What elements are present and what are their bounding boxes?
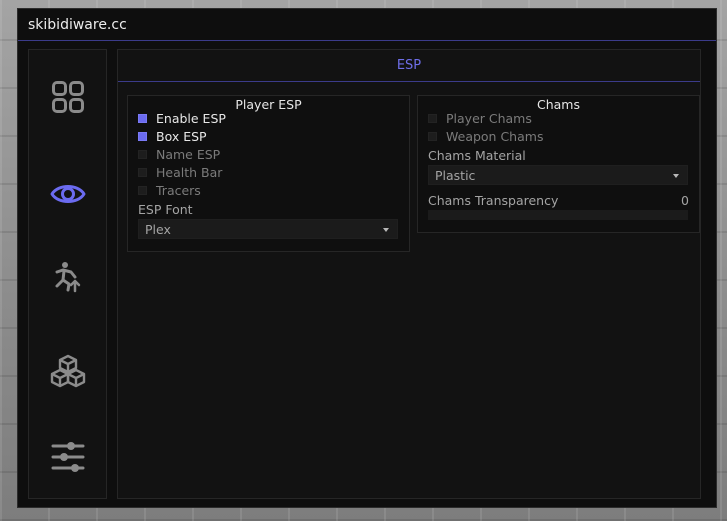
window-title: skibidiware.cc [28,17,127,33]
weapon-chams-label: Weapon Chams [446,128,544,144]
player-chams-label: Player Chams [446,110,532,126]
chevron-down-icon [673,174,679,178]
sidebar [28,49,107,499]
app-window: skibidiware.cc ESP Player ESP Enable ESP… [17,8,717,508]
player-esp-section: Player ESP Enable ESP Box ESP Name ESP H… [127,95,410,252]
box-esp-label: Box ESP [156,128,207,144]
esp-font-value: Plex [145,222,171,237]
sidebar-item-grid[interactable] [29,69,106,125]
enable-esp-label: Enable ESP [156,110,226,126]
name-esp-toggle[interactable]: Name ESP [138,145,220,163]
enable-esp-checkbox[interactable] [138,113,147,123]
tracers-checkbox[interactable] [138,185,147,195]
chams-transparency-value: 0 [681,193,689,208]
health-bar-toggle[interactable]: Health Bar [138,163,222,181]
weapon-chams-checkbox[interactable] [428,131,437,141]
player-chams-checkbox[interactable] [428,113,437,123]
esp-font-dropdown[interactable]: Plex [138,219,398,239]
chams-transparency-label: Chams Transparency [428,193,559,208]
main-panel: ESP Player ESP Enable ESP Box ESP Name E… [117,49,701,499]
sidebar-item-world[interactable] [29,343,106,399]
health-bar-label: Health Bar [156,164,223,180]
player-chams-toggle[interactable]: Player Chams [428,109,532,127]
sliders-icon [51,442,84,472]
cubes-icon [50,354,85,388]
chams-material-dropdown[interactable]: Plastic [428,165,688,185]
sidebar-item-movement[interactable] [29,249,106,305]
enable-esp-toggle[interactable]: Enable ESP [138,109,226,127]
tracers-toggle[interactable]: Tracers [138,181,201,199]
chams-transparency-slider[interactable] [428,210,688,220]
title-bar[interactable]: skibidiware.cc [18,9,716,41]
esp-font-label: ESP Font [138,202,193,217]
tracers-label: Tracers [156,182,201,198]
sidebar-item-esp[interactable] [29,166,106,222]
chevron-down-icon [383,228,389,232]
tab-esp[interactable]: ESP [118,50,700,82]
chams-section: Chams Player Chams Weapon Chams Chams Ma… [417,95,700,233]
box-esp-checkbox[interactable] [138,131,147,141]
name-esp-label: Name ESP [156,146,221,162]
sidebar-item-settings[interactable] [29,429,106,485]
chams-material-value: Plastic [435,168,476,183]
eye-icon [50,185,85,203]
box-esp-toggle[interactable]: Box ESP [138,127,207,145]
chams-material-label: Chams Material [428,148,526,163]
name-esp-checkbox[interactable] [138,149,147,159]
running-person-icon [55,262,80,293]
weapon-chams-toggle[interactable]: Weapon Chams [428,127,543,145]
grid-icon [51,81,84,113]
health-bar-checkbox[interactable] [138,167,147,177]
